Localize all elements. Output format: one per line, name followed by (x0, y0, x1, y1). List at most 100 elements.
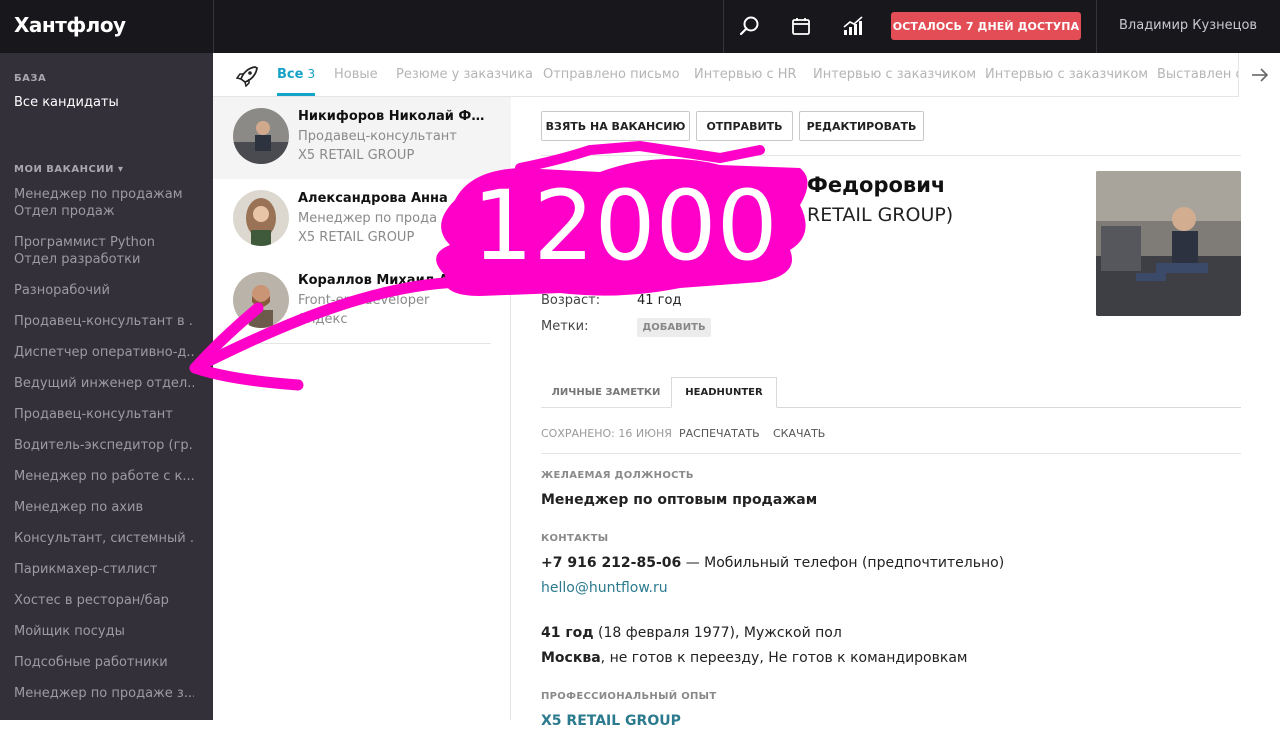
sidebar-vacancy-item[interactable]: Продавец-консультант в ... (14, 313, 194, 330)
candidate-full-name: Федорович (807, 173, 946, 197)
sidebar-section-base: БАЗА (14, 73, 47, 84)
trial-access-button[interactable]: ОСТАЛОСЬ 7 ДНЕЙ ДОСТУПА (891, 12, 1081, 40)
sidebar-vacancy-item[interactable]: Мойщик посуды (14, 623, 194, 640)
vacancy-title: Консультант, системный ... (14, 531, 194, 546)
city-rest: , не готов к переезду, Не готов к команд… (600, 650, 968, 666)
status-tabs: Все 3 Новые Резюме у заказчика Отправлено… (213, 53, 1280, 97)
candidate-name: Никифоров Николай Федо... (298, 109, 493, 124)
arrow-right-icon (1251, 68, 1268, 82)
tab-hr-interview[interactable]: Интервью с HR (694, 67, 797, 82)
age-value: 41 год (637, 293, 682, 308)
candidate-company: Яндекс (298, 312, 348, 327)
sidebar: БАЗА Все кандидаты МОИ ВАКАНСИИ ▾ Менедж… (0, 53, 213, 720)
phone-number[interactable]: +7 916 212-85-06 (541, 555, 681, 571)
candidate-card[interactable]: Александрова Анна Менеджер по прода X5 R… (213, 179, 511, 261)
candidate-name: Александрова Анна (298, 191, 448, 206)
sidebar-item-all-candidates[interactable]: Все кандидаты (14, 95, 119, 110)
candidate-position: Front-end developer (298, 293, 430, 308)
sidebar-vacancy-item[interactable]: Менеджер по работе с к... (14, 468, 194, 485)
take-on-vacancy-button[interactable]: ВЗЯТЬ НА ВАКАНСИЮ (541, 111, 690, 141)
candidate-list: Никифоров Николай Федо... Продавец-консу… (213, 97, 511, 720)
tab-client-interview-2[interactable]: Интервью с заказчиком (985, 67, 1148, 82)
candidate-company: X5 RETAIL GROUP (298, 148, 415, 163)
email-link[interactable]: hello@huntflow.ru (541, 580, 668, 596)
vacancy-title: Хостес в ресторан/бар (14, 593, 169, 608)
rocket-icon[interactable] (235, 65, 259, 91)
vacancy-title: Менеджер по продаже з... (14, 686, 194, 701)
avatar (233, 272, 289, 328)
divider (541, 453, 1241, 454)
vacancy-title: Менеджер по ахив (14, 500, 144, 515)
sidebar-vacancy-item[interactable]: Разнорабочий (14, 282, 194, 299)
contact-phone-row: +7 916 212-85-06 — Мобильный телефон (пр… (541, 555, 1004, 571)
candidate-card[interactable]: Кораллов Михаил А Front-end developer Ян… (213, 261, 511, 343)
sidebar-vacancy-item[interactable]: Программист Python Отдел разработки (14, 234, 194, 268)
tab-headhunter[interactable]: HEADHUNTER (671, 377, 777, 408)
vacancy-title: Продавец-консультант в ... (14, 314, 194, 329)
vacancy-list: Менеджер по продажам Отдел продаж Программ… (14, 186, 194, 716)
divider (213, 0, 214, 53)
analytics-icon[interactable] (839, 12, 867, 40)
sidebar-vacancy-item[interactable]: Диспетчер оперативно-д... (14, 344, 194, 361)
sidebar-vacancy-item[interactable]: Парикмахер-стилист (14, 561, 194, 578)
saved-date: СОХРАНЕНО: 16 ИЮНЯ (541, 427, 672, 440)
vacancy-title: Программист Python (14, 235, 156, 250)
candidate-company: X5 RETAIL GROUP (298, 230, 415, 245)
age-gender-row: 41 год (18 февраля 1977), Мужской пол (541, 625, 842, 641)
sidebar-vacancy-item[interactable]: Водитель-экспедитор (гр... (14, 437, 194, 454)
contacts-label: КОНТАКТЫ (541, 533, 609, 544)
app-logo[interactable]: Хантфлоу (14, 13, 126, 37)
vacancy-title: Водитель-экспедитор (гр... (14, 438, 194, 453)
candidate-name: Кораллов Михаил А (298, 273, 449, 288)
candidate-photo (1096, 171, 1241, 316)
user-name[interactable]: Владимир Кузнецов (1119, 18, 1257, 33)
tab-label: Все (277, 67, 304, 82)
sidebar-vacancy-item[interactable]: Подсобные работники (14, 654, 194, 671)
sidebar-vacancy-item[interactable]: Консультант, системный ... (14, 530, 194, 547)
sidebar-vacancy-item[interactable]: Менеджер по продаже з... (14, 685, 194, 702)
vacancy-title: Менеджер по продажам (14, 187, 183, 202)
top-bar: Хантфлоу ОСТАЛОСЬ 7 ДНЕЙ ДОСТУПА Владими… (0, 0, 1280, 53)
edit-button[interactable]: РЕДАКТИРОВАТЬ (799, 111, 924, 141)
divider (233, 343, 491, 344)
vacancy-title: Разнорабочий (14, 283, 110, 298)
calendar-icon[interactable] (787, 12, 815, 40)
add-tag-button[interactable]: ДОБАВИТЬ (637, 318, 711, 337)
print-link[interactable]: РАСПЕЧАТАТЬ (679, 427, 760, 440)
send-button[interactable]: ОТПРАВИТЬ (696, 111, 793, 141)
tab-resume-at-client[interactable]: Резюме у заказчика (396, 67, 533, 82)
sidebar-vacancy-item[interactable]: Ведущий инженер отдел... (14, 375, 194, 392)
tags-label: Метки: (541, 319, 589, 334)
vacancy-title: Ведущий инженер отдел... (14, 376, 194, 391)
divider (777, 407, 1241, 408)
experience-label: ПРОФЕССИОНАЛЬНЫЙ ОПЫТ (541, 691, 717, 702)
vacancy-title: Парикмахер-стилист (14, 562, 158, 577)
tab-client-interview[interactable]: Интервью с заказчиком (813, 67, 976, 82)
sidebar-vacancy-item[interactable]: Менеджер по продажам Отдел продаж (14, 186, 194, 220)
divider (723, 0, 724, 53)
sidebar-section-vacancies[interactable]: МОИ ВАКАНСИИ ▾ (14, 164, 124, 175)
avatar (233, 108, 289, 164)
city-row: Москва, не готов к переезду, Не готов к … (541, 650, 967, 666)
tab-letter-sent[interactable]: Отправлено письмо (543, 67, 680, 82)
candidate-position: Продавец-консультант (298, 129, 457, 144)
tab-all[interactable]: Все 3 (277, 67, 315, 82)
candidate-card[interactable]: Никифоров Николай Федо... Продавец-консу… (213, 97, 511, 179)
desired-position-label: ЖЕЛАЕМАЯ ДОЛЖНОСТЬ (541, 470, 694, 481)
candidate-position: Менеджер по прода (298, 211, 438, 226)
tabs-scroll-right-button[interactable] (1238, 53, 1280, 97)
vacancy-title: Менеджер по работе с к... (14, 469, 194, 484)
sidebar-vacancy-item[interactable]: Менеджер по ахив (14, 499, 194, 516)
age-bold: 41 год (541, 625, 594, 641)
age-rest: (18 февраля 1977), Мужской пол (593, 625, 842, 641)
divider (1096, 0, 1097, 53)
tab-personal-notes[interactable]: ЛИЧНЫЕ ЗАМЕТКИ (541, 377, 671, 408)
tab-new[interactable]: Новые (334, 67, 378, 82)
sidebar-vacancy-item[interactable]: Хостес в ресторан/бар (14, 592, 194, 609)
download-link[interactable]: СКАЧАТЬ (773, 427, 825, 440)
sidebar-vacancy-item[interactable]: Продавец-консультант (14, 406, 194, 423)
vacancy-department: Отдел продаж (14, 204, 115, 219)
vacancy-title: Диспетчер оперативно-д... (14, 345, 194, 360)
search-icon[interactable] (736, 12, 764, 40)
tab-offer[interactable]: Выставлен о (1157, 67, 1243, 82)
